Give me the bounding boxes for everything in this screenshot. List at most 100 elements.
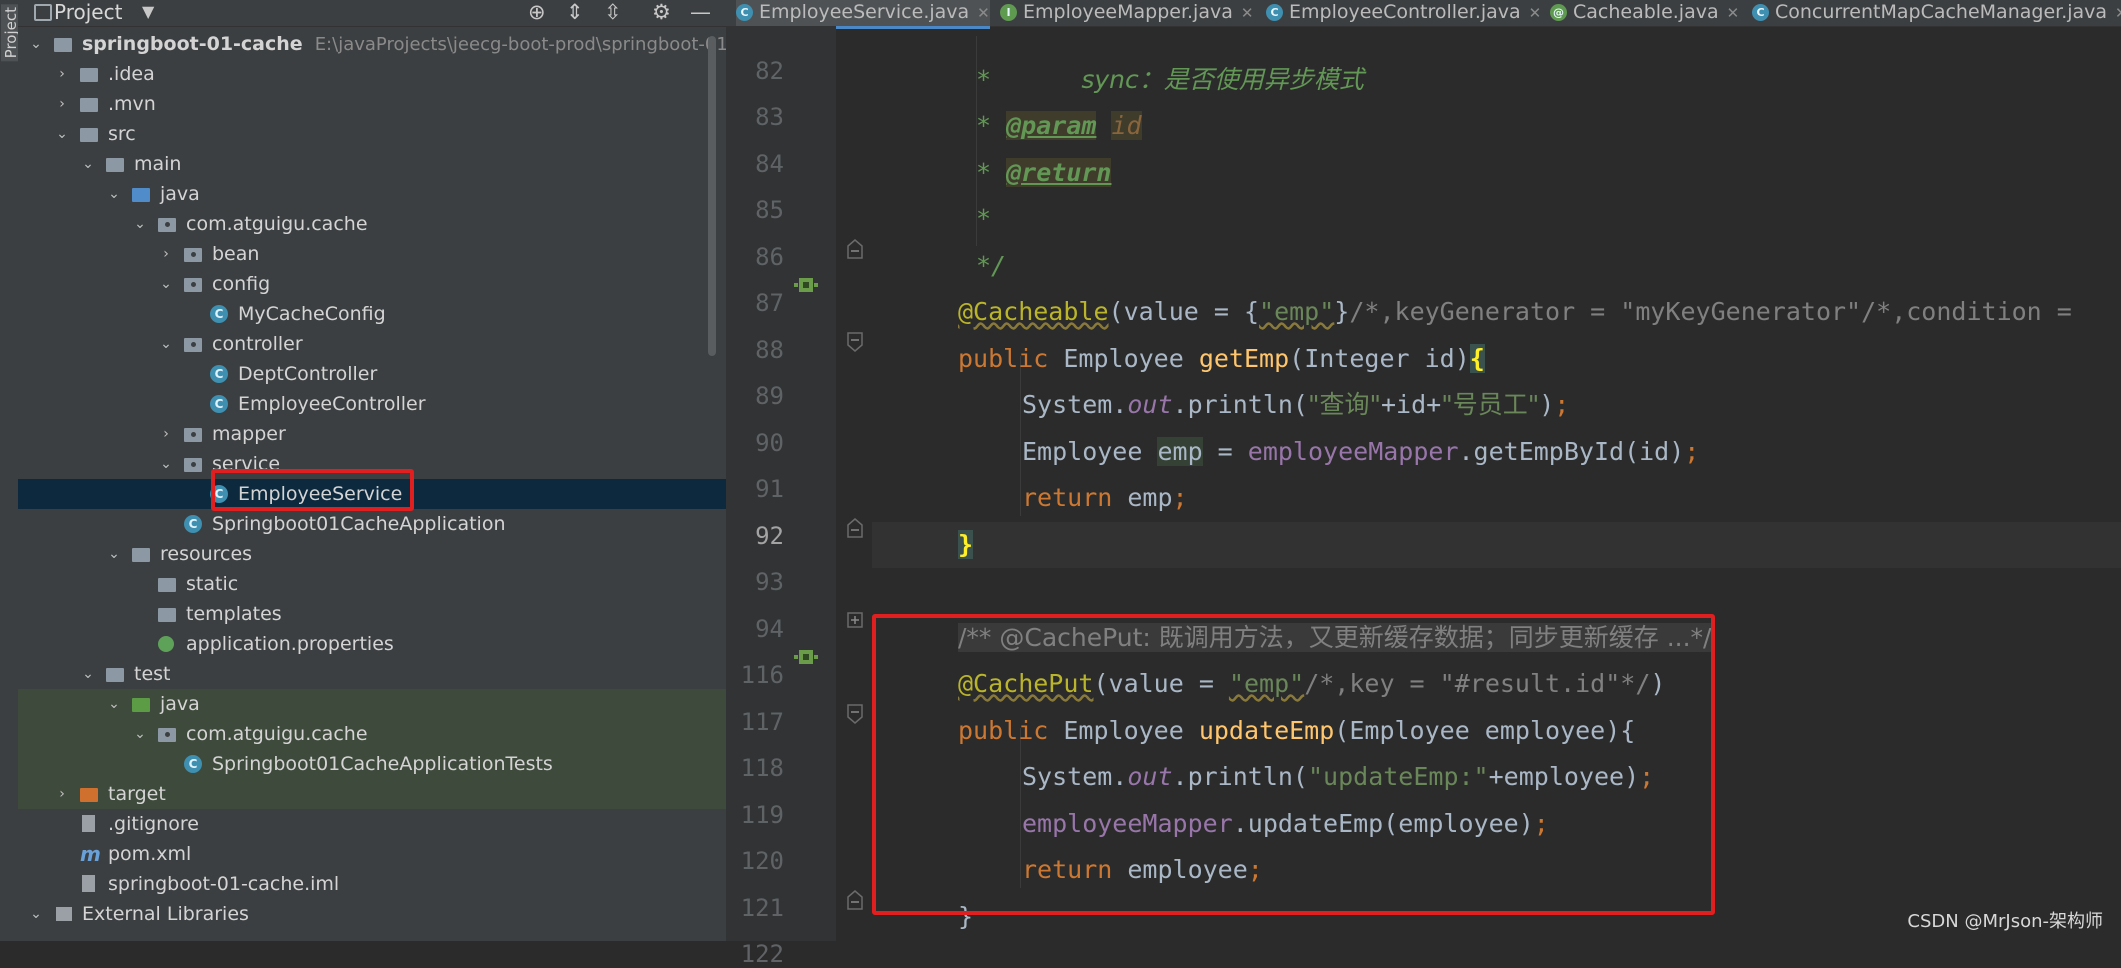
- module-folder-icon: [54, 38, 72, 52]
- tree-item-idea[interactable]: › .idea: [18, 59, 726, 89]
- fold-start-icon[interactable]: [846, 703, 864, 725]
- close-icon[interactable]: ✕: [1727, 4, 1740, 22]
- tree-item-label: config: [212, 273, 271, 295]
- fold-start-icon[interactable]: [846, 331, 864, 353]
- class-icon: C: [1752, 4, 1769, 21]
- tab-label: Cacheable.java: [1573, 1, 1719, 23]
- highlight-box-cacheput-method: [872, 614, 1715, 915]
- tree-item-external-libraries[interactable]: ⌄ External Libraries: [18, 899, 726, 929]
- editor-tab-bar: C EmployeeService.java ✕ I EmployeeMapper.j…: [726, 0, 2121, 29]
- line-number: 94: [755, 615, 784, 643]
- package-icon: [184, 338, 202, 352]
- spring-bean-gutter-icon[interactable]: [794, 648, 818, 666]
- expand-arrow-icon[interactable]: ›: [54, 59, 70, 89]
- folder-icon: [106, 668, 124, 682]
- tab-label: EmployeeService.java: [759, 1, 970, 23]
- folder-icon: [80, 128, 98, 142]
- collapse-arrow-icon[interactable]: ⌄: [54, 119, 70, 149]
- fold-expand-icon[interactable]: [846, 610, 864, 632]
- collapse-arrow-icon[interactable]: ⌄: [106, 689, 122, 719]
- collapse-arrow-icon[interactable]: ⌄: [80, 149, 96, 179]
- locate-file-icon[interactable]: ⊕: [528, 0, 546, 24]
- close-icon[interactable]: ✕: [977, 4, 990, 22]
- expand-arrow-icon[interactable]: ›: [54, 779, 70, 809]
- project-name: springboot-01-cache: [82, 33, 303, 55]
- tab-concurrent-map-cache-manager[interactable]: C ConcurrentMapCacheManager.java ✕: [1752, 0, 2121, 26]
- tree-item-application-properties[interactable]: application.properties: [18, 629, 726, 659]
- tree-item-test-java[interactable]: ⌄ java: [18, 689, 726, 719]
- collapse-arrow-icon[interactable]: ⌄: [158, 269, 174, 299]
- spring-properties-icon: [158, 636, 174, 652]
- tree-item-iml[interactable]: springboot-01-cache.iml: [18, 869, 726, 899]
- code-line-87: @Cacheable(value = {"emp"}/*,keyGenerato…: [958, 297, 2072, 326]
- line-number-current: 92: [755, 522, 784, 550]
- tab-employee-mapper[interactable]: I EmployeeMapper.java ✕: [1000, 0, 1253, 26]
- test-source-folder-icon: [132, 698, 150, 712]
- tree-item-mvn[interactable]: › .mvn: [18, 89, 726, 119]
- tab-employee-controller[interactable]: C EmployeeController.java ✕: [1266, 0, 1541, 26]
- tree-item-pom[interactable]: m pom.xml: [18, 839, 726, 869]
- tree-item-package[interactable]: ⌄ com.atguigu.cache: [18, 209, 726, 239]
- expand-arrow-icon[interactable]: ›: [54, 89, 70, 119]
- fold-end-icon[interactable]: [846, 889, 864, 911]
- class-icon: C: [210, 365, 228, 383]
- close-icon[interactable]: ✕: [1241, 4, 1254, 22]
- close-icon[interactable]: ✕: [2115, 4, 2121, 22]
- editor-gutter[interactable]: 82 83 84 85 86 87 88 89 90 91 92 93 94 1…: [726, 26, 863, 968]
- collapse-arrow-icon[interactable]: ⌄: [28, 29, 44, 59]
- expand-all-icon[interactable]: ⇕: [566, 0, 584, 24]
- tree-item-target[interactable]: › target: [18, 779, 726, 809]
- tree-item-deptcontroller[interactable]: C DeptController: [18, 359, 726, 389]
- expand-arrow-icon[interactable]: ›: [158, 239, 174, 269]
- fold-end-icon[interactable]: [846, 238, 864, 260]
- tab-cacheable[interactable]: @ Cacheable.java ✕: [1550, 0, 1739, 26]
- tree-item-test-package[interactable]: ⌄ com.atguigu.cache: [18, 719, 726, 749]
- collapse-arrow-icon[interactable]: ⌄: [132, 719, 148, 749]
- settings-gear-icon[interactable]: ⚙: [652, 0, 671, 24]
- collapse-arrow-icon[interactable]: ⌄: [80, 659, 96, 689]
- tree-item-project-root[interactable]: ⌄ springboot-01-cache E:\javaProjects\jee…: [18, 29, 726, 59]
- tree-item-gitignore[interactable]: .gitignore: [18, 809, 726, 839]
- tree-scrollbar[interactable]: [708, 36, 716, 356]
- tab-employee-service[interactable]: C EmployeeService.java ✕: [736, 0, 990, 29]
- collapse-arrow-icon[interactable]: ⌄: [106, 179, 122, 209]
- source-folder-icon: [132, 188, 150, 202]
- collapse-arrow-icon[interactable]: ⌄: [106, 539, 122, 569]
- tree-item-tests-class[interactable]: C Springboot01CacheApplicationTests: [18, 749, 726, 779]
- tree-item-src[interactable]: ⌄ src: [18, 119, 726, 149]
- tree-item-mycacheconfig[interactable]: C MyCacheConfig: [18, 299, 726, 329]
- collapse-arrow-icon[interactable]: ⌄: [28, 899, 44, 929]
- tree-item-java[interactable]: ⌄ java: [18, 179, 726, 209]
- tree-item-label: springboot-01-cache.iml: [108, 873, 340, 895]
- code-line-86: */: [976, 251, 1007, 280]
- tree-item-employeecontroller[interactable]: C EmployeeController: [18, 389, 726, 419]
- tree-item-static[interactable]: static: [18, 569, 726, 599]
- tree-item-application[interactable]: C Springboot01CacheApplication: [18, 509, 726, 539]
- folder-icon: [80, 68, 98, 82]
- collapse-arrow-icon[interactable]: ⌄: [158, 449, 174, 479]
- tree-item-config[interactable]: ⌄ config: [18, 269, 726, 299]
- view-dropdown-icon[interactable]: ▼: [142, 0, 154, 24]
- collapse-arrow-icon[interactable]: ⌄: [158, 329, 174, 359]
- tree-item-label: Springboot01CacheApplicationTests: [212, 753, 553, 775]
- code-line-84: * @return: [976, 158, 1112, 187]
- project-panel-header: Project ▼ ⊕ ⇕ ⇳ ⚙ —: [18, 0, 726, 27]
- spring-bean-gutter-icon[interactable]: [794, 276, 818, 294]
- tree-item-test[interactable]: ⌄ test: [18, 659, 726, 689]
- tree-item-main[interactable]: ⌄ main: [18, 149, 726, 179]
- tree-item-controller[interactable]: ⌄ controller: [18, 329, 726, 359]
- collapse-arrow-icon[interactable]: ⌄: [132, 209, 148, 239]
- tree-item-resources[interactable]: ⌄ resources: [18, 539, 726, 569]
- project-panel-title[interactable]: Project: [54, 0, 122, 24]
- collapse-all-icon[interactable]: ⇳: [604, 0, 622, 24]
- tree-item-label: bean: [212, 243, 260, 265]
- close-icon[interactable]: ✕: [1529, 4, 1542, 22]
- hide-panel-icon[interactable]: —: [690, 0, 711, 24]
- tree-item-bean[interactable]: › bean: [18, 239, 726, 269]
- fold-end-icon[interactable]: [846, 517, 864, 539]
- tree-item-mapper[interactable]: › mapper: [18, 419, 726, 449]
- line-number: 87: [755, 289, 784, 317]
- line-number: 86: [755, 243, 784, 271]
- expand-arrow-icon[interactable]: ›: [158, 419, 174, 449]
- tree-item-templates[interactable]: templates: [18, 599, 726, 629]
